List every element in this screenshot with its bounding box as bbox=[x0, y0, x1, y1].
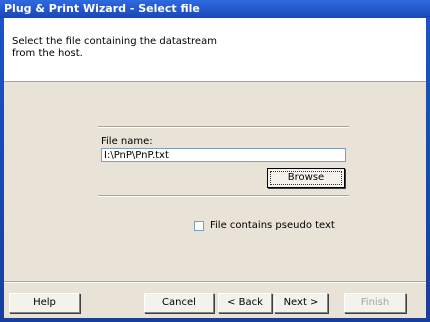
pseudo-text-checkbox[interactable] bbox=[194, 221, 204, 231]
footer-divider bbox=[4, 281, 426, 283]
next-button[interactable]: Next > bbox=[274, 293, 328, 313]
title-bar[interactable]: Plug & Print Wizard - Select file bbox=[0, 0, 430, 18]
wizard-window: Plug & Print Wizard - Select file Select… bbox=[0, 0, 430, 322]
wizard-header: Select the file containing the datastrea… bbox=[4, 18, 426, 82]
wizard-body: Select the file containing the datastrea… bbox=[4, 18, 426, 318]
finish-button[interactable]: Finish bbox=[344, 293, 406, 313]
instruction-text: Select the file containing the datastrea… bbox=[12, 36, 217, 59]
top-divider bbox=[98, 126, 349, 128]
bottom-divider bbox=[98, 195, 349, 197]
window-title: Plug & Print Wizard - Select file bbox=[4, 2, 200, 15]
browse-button[interactable]: Browse bbox=[267, 168, 345, 188]
back-button[interactable]: < Back bbox=[218, 293, 272, 313]
pseudo-text-label: File contains pseudo text bbox=[210, 220, 335, 231]
file-name-label: File name: bbox=[101, 136, 153, 147]
file-name-input[interactable] bbox=[101, 148, 346, 162]
cancel-button[interactable]: Cancel bbox=[144, 293, 214, 313]
help-button[interactable]: Help bbox=[9, 293, 80, 313]
